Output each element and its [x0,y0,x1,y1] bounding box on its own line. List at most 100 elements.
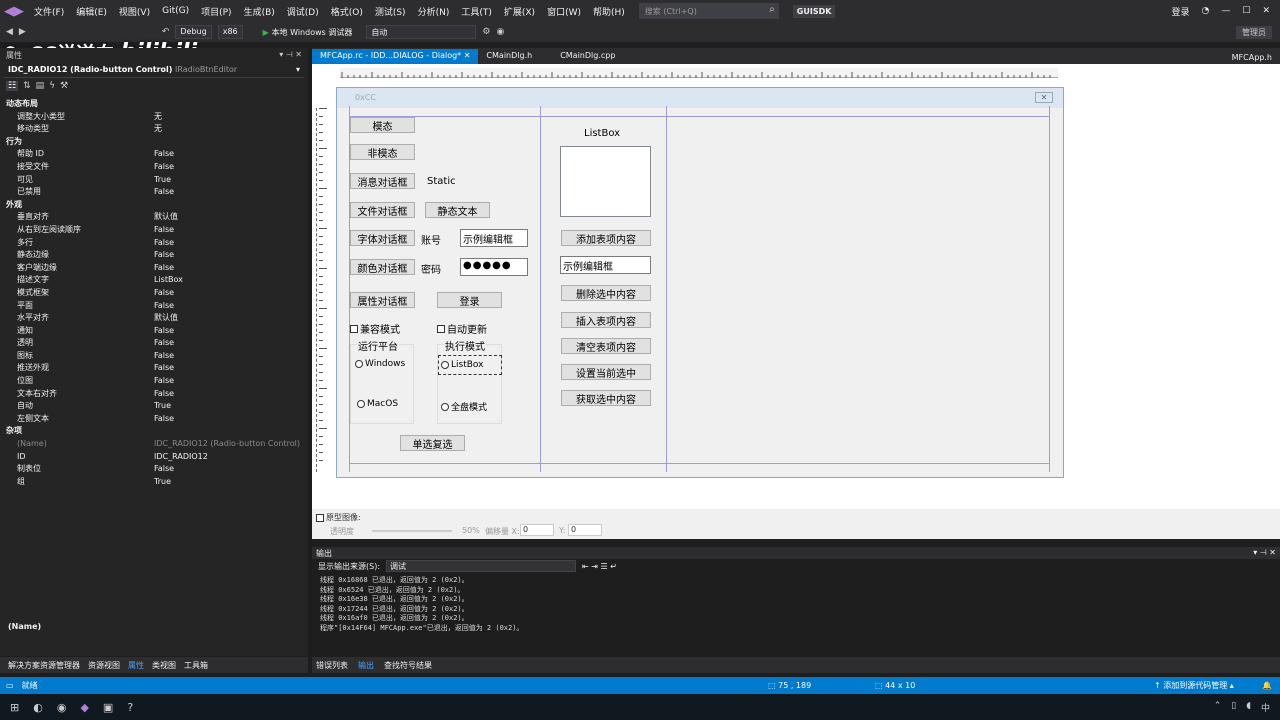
property-category[interactable]: 外观 [0,199,308,212]
guide-right[interactable] [666,106,667,472]
property-row[interactable]: 客户端边缘 False [0,262,308,275]
property-category[interactable]: 杂项 [0,425,308,438]
property-row[interactable]: 模式框架 False [0,287,308,300]
fontdialog-button[interactable]: 字体对话框 [350,230,415,246]
visual-studio-icon[interactable]: ◆ [80,701,88,714]
filedialog-button[interactable]: 文件对话框 [350,202,415,218]
alphabetical-icon[interactable]: ⇅ [23,81,31,91]
property-value[interactable]: IDC_RADIO12 (Radio-button Control) [154,438,308,451]
property-row[interactable]: 垂直对齐 默认值 [0,211,308,224]
tab-error-list[interactable]: 错误列表 [316,660,348,671]
menu-test[interactable]: 测试(S) [369,5,412,18]
tab-class-view[interactable]: 类视图 [152,660,176,671]
property-row[interactable]: 推送外观 False [0,362,308,375]
property-value[interactable]: False [154,413,308,426]
compat-mode-checkbox[interactable]: 兼容模式 [350,321,400,336]
property-value[interactable]: False [154,388,308,401]
offset-x-input[interactable]: 0 [520,524,554,536]
macos-radio[interactable]: MacOS [357,399,398,409]
network-icon[interactable]: ▯ [1231,701,1236,714]
property-row[interactable]: 可见 True [0,174,308,187]
property-row[interactable]: 透明 False [0,337,308,350]
set-selection-button[interactable]: 设置当前选中 [561,364,651,380]
clear-items-button[interactable]: 清空表项内容 [561,338,651,354]
tray-icon[interactable]: ⌃ [1214,701,1222,714]
vertical-ruler[interactable] [316,108,328,472]
property-row[interactable]: 描述文字 ListBox [0,274,308,287]
menu-help[interactable]: 帮助(H) [587,5,631,18]
tab-find-symbol[interactable]: 查找符号结果 [384,660,432,671]
messagebox-button[interactable]: 消息对话框 [350,173,415,189]
property-value[interactable]: False [154,287,308,300]
property-value[interactable]: False [154,337,308,350]
tab-toolbox[interactable]: 工具箱 [184,660,208,671]
menu-window[interactable]: 窗口(W) [541,5,587,18]
menu-debug[interactable]: 调试(D) [281,5,325,18]
colordialog-button[interactable]: 颜色对话框 [350,259,415,275]
property-value[interactable]: False [154,300,308,313]
property-row[interactable]: 自动 True [0,400,308,413]
property-value[interactable]: ListBox [154,274,308,287]
delete-item-button[interactable]: 删除选中内容 [561,285,651,301]
property-category[interactable]: 动态布局 [0,98,308,111]
property-row[interactable]: 图标 False [0,350,308,363]
property-row[interactable]: 已禁用 False [0,186,308,199]
property-row[interactable]: 文本右对齐 False [0,388,308,401]
property-value[interactable]: True [154,476,308,489]
source-control-button[interactable]: ↑ 添加到源代码管理 ▴ [1154,680,1234,691]
tab-cmaindlg-h[interactable]: CMainDlg.h [478,49,540,64]
settings-icon[interactable]: ⚙ [482,27,490,37]
run-button[interactable]: ▶ 本地 Windows 调试器 [263,27,353,38]
volume-icon[interactable]: ◖ [1246,701,1251,714]
output-pin-icon[interactable]: ▾ ⊣ ✕ [1253,548,1276,558]
account-edit[interactable]: 示例编辑框 [460,229,528,247]
output-text[interactable]: 线程 0x16868 已退出，返回值为 2 (0x2)。 线程 0x6524 已… [312,573,1280,637]
property-row[interactable]: 组 True [0,476,308,489]
wrench-icon[interactable]: ⚒ [60,81,68,91]
account-icon[interactable]: ◔ [1202,6,1210,16]
property-value[interactable]: False [154,237,308,250]
property-value[interactable]: IDC_RADIO12 [154,451,308,464]
windows-start-icon[interactable]: ⊞ [10,701,19,714]
windows-radio[interactable]: Windows [355,359,405,369]
property-row[interactable]: 移动类型 无 [0,123,308,136]
autoupdate-checkbox[interactable]: 自动更新 [437,321,487,336]
property-category[interactable]: 行为 [0,136,308,149]
statictext-button[interactable]: 静态文本 [425,202,490,218]
guide-bottom[interactable] [350,463,1050,464]
chat-icon[interactable]: ▣ [103,701,113,714]
property-row[interactable]: 调整大小类型 无 [0,111,308,124]
prototype-checkbox[interactable]: 原型图像: [316,512,361,523]
property-value[interactable]: False [154,161,308,174]
fulldisk-radio[interactable]: 全盘模式 [441,400,487,413]
selection-handles[interactable] [438,355,502,375]
categorized-icon[interactable]: ☷ [6,81,19,91]
listbox[interactable] [560,146,651,217]
guide-mid[interactable] [540,106,541,472]
property-row[interactable]: 从右到左阅读顺序 False [0,224,308,237]
property-row[interactable]: 左侧文本 False [0,413,308,426]
password-edit[interactable]: ●●●●● [460,258,528,276]
breakpoint-icon[interactable]: ◉ [496,27,504,37]
properties-icon[interactable]: ▤ [36,81,45,91]
login-link[interactable]: 登录 [1172,5,1190,18]
tab-resource-view[interactable]: 资源视图 [88,660,120,671]
notification-icon[interactable]: 🔔 [1262,681,1272,690]
platform-combo[interactable]: x86 [217,25,243,39]
property-row[interactable]: 平面 False [0,300,308,313]
property-value[interactable]: False [154,325,308,338]
list-edit[interactable]: 示例编辑框 [560,256,651,274]
property-row[interactable]: 接受文件 False [0,161,308,174]
visual-studio-logo-icon[interactable]: ◀▶ [0,0,28,22]
menu-git[interactable]: Git(G) [156,6,195,16]
guide-far-right[interactable] [1049,106,1050,472]
property-row[interactable]: 静态边缘 False [0,249,308,262]
menu-format[interactable]: 格式(O) [325,5,369,18]
menu-tools[interactable]: 工具(T) [455,5,498,18]
insert-item-button[interactable]: 插入表项内容 [561,312,651,328]
property-value[interactable]: False [154,148,308,161]
modeless-button[interactable]: 非模态 [350,144,415,160]
get-selection-button[interactable]: 获取选中内容 [561,390,651,406]
login-button[interactable]: 登录 [437,292,502,308]
horizontal-ruler[interactable] [340,68,1058,78]
